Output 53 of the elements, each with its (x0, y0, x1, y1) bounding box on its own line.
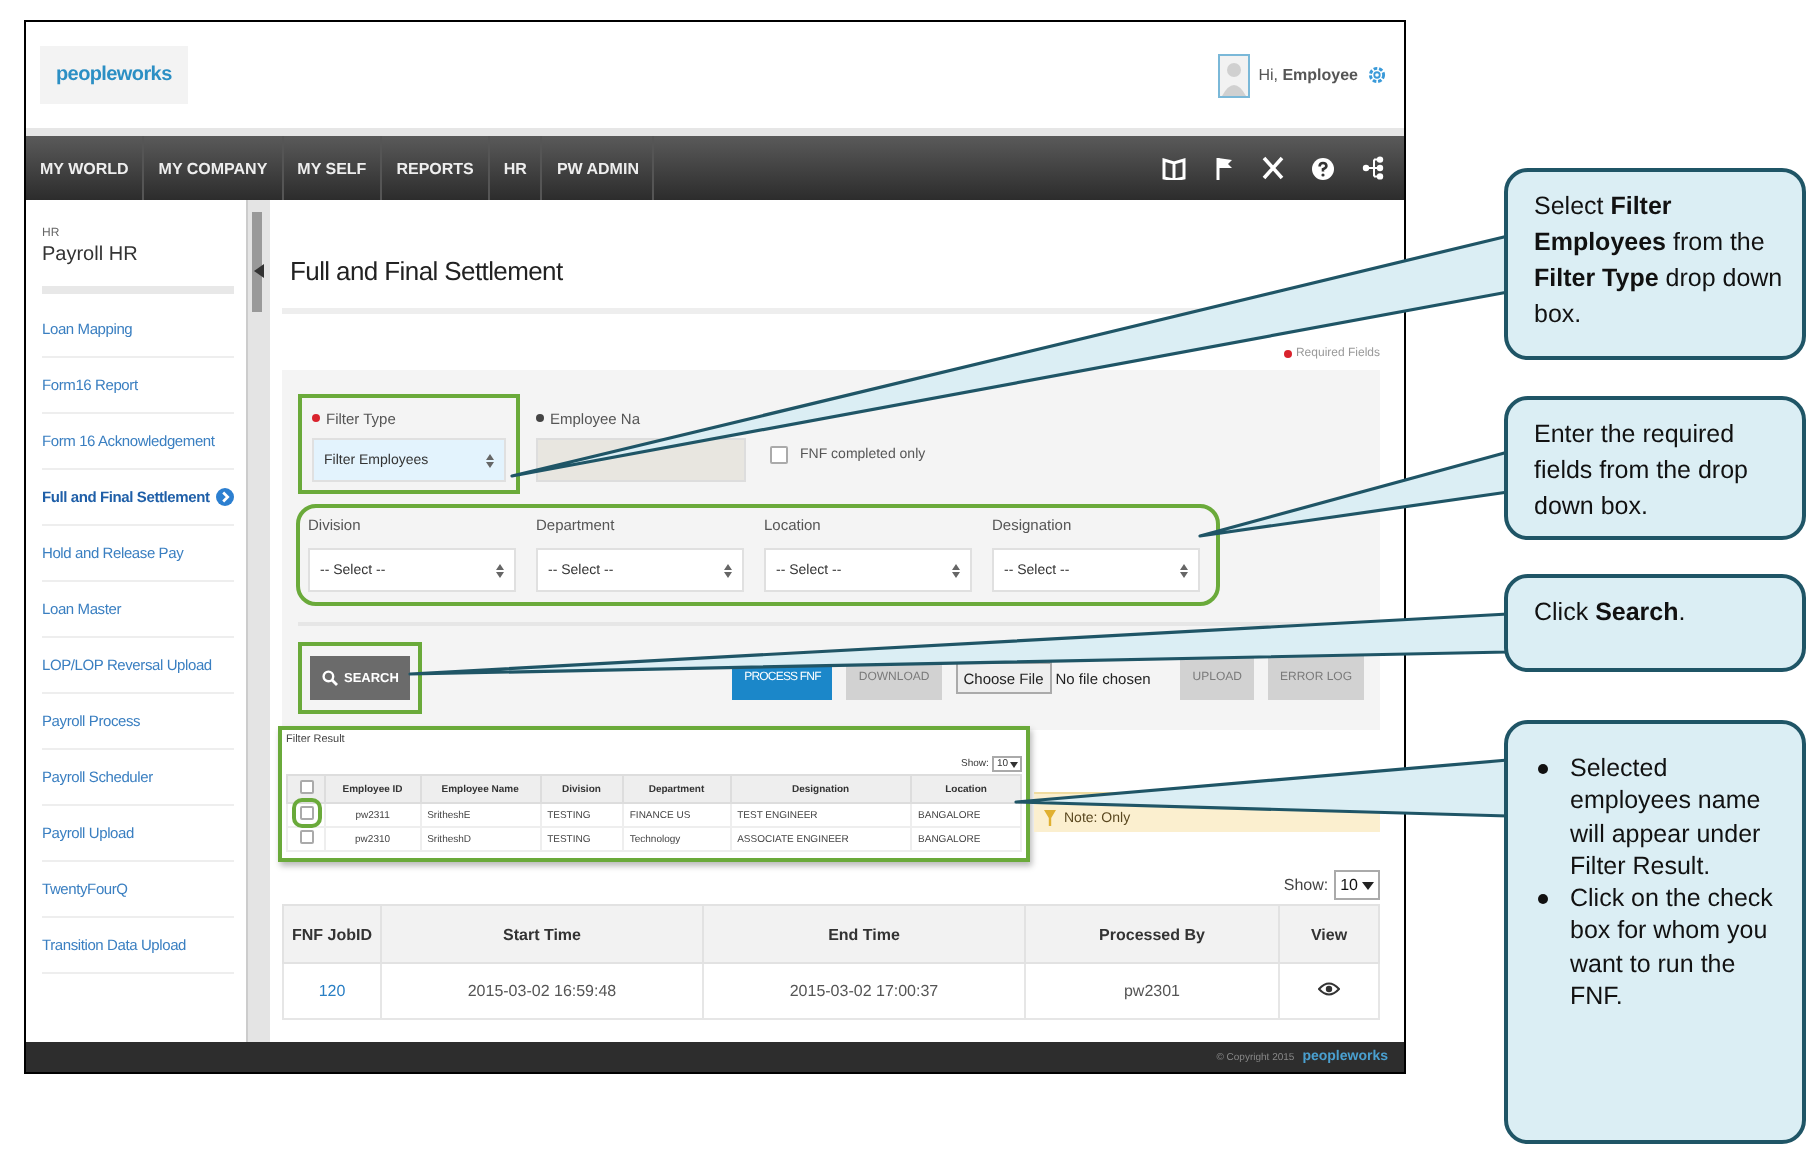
table-cell: 2015-03-02 17:00:37 (789, 982, 939, 1000)
checkbox[interactable] (299, 830, 313, 844)
page-size-select[interactable]: 10 (1334, 870, 1380, 900)
bullet-icon (1538, 894, 1548, 904)
nav-item[interactable]: HR (489, 136, 543, 200)
nav-item[interactable]: PW ADMIN (542, 136, 655, 200)
updown-caret-icon (1180, 563, 1188, 577)
flag-icon[interactable] (1214, 156, 1234, 180)
search-icon (322, 670, 338, 686)
updown-caret-icon (952, 563, 960, 577)
nav-item[interactable]: MY WORLD (26, 136, 145, 200)
greeting: Hi, Employee (1258, 66, 1358, 84)
column-header: View (1279, 905, 1379, 963)
page-title: Full and Final Settlement (288, 256, 565, 286)
updown-caret-icon (724, 563, 732, 577)
column-header: End Time (703, 905, 1025, 963)
avatar-icon (1218, 53, 1251, 97)
nav-item[interactable]: MY SELF (283, 136, 383, 200)
table-cell: 2015-03-02 16:59:48 (467, 982, 617, 1000)
book-icon[interactable] (1162, 157, 1186, 179)
bullet-icon (1538, 764, 1548, 774)
updown-caret-icon (486, 453, 494, 467)
updown-caret-icon (496, 563, 504, 577)
company-logo: peopleworks (40, 46, 188, 104)
column-header: Start Time (381, 905, 703, 963)
caret-icon (1362, 881, 1374, 889)
hierarchy-icon[interactable] (1362, 156, 1384, 180)
required-icon (536, 414, 544, 422)
table-cell: pw2301 (1123, 982, 1181, 1000)
show-label: Show: (1283, 876, 1329, 894)
settings-icon[interactable] (1366, 64, 1388, 86)
callout-text: Click Search. (1534, 598, 1686, 626)
tools-icon[interactable] (1262, 156, 1284, 180)
scrollbar-thumb[interactable] (252, 212, 262, 312)
column-header: FNF JobID (283, 905, 381, 963)
nav-item[interactable]: REPORTS (382, 136, 490, 200)
checkbox[interactable] (299, 780, 313, 794)
callout-text: Enter the required fields from the drop down box. (1534, 420, 1748, 520)
required-icon (312, 414, 320, 422)
required-icon (1283, 350, 1292, 358)
funnel-icon (1044, 810, 1056, 826)
column-header: Processed By (1025, 905, 1279, 963)
checkbox[interactable] (770, 446, 788, 464)
job-id-link[interactable]: 120 (318, 982, 346, 1000)
collapse-icon[interactable] (254, 264, 264, 278)
sidebar-title: Payroll HR (42, 244, 140, 266)
callout-text: Selected employees name will appear under Filter Result. (1570, 752, 1763, 882)
callout-text: Click on the check box for whom you want to run the FNF. (1570, 882, 1775, 1012)
arrow-circle-icon (216, 488, 234, 506)
caret-icon (1010, 761, 1018, 767)
help-icon[interactable] (1312, 157, 1334, 179)
eye-icon[interactable] (1318, 982, 1340, 996)
callout-text: Select Filter Employees from the Filter Type drop down box. (1534, 192, 1783, 328)
